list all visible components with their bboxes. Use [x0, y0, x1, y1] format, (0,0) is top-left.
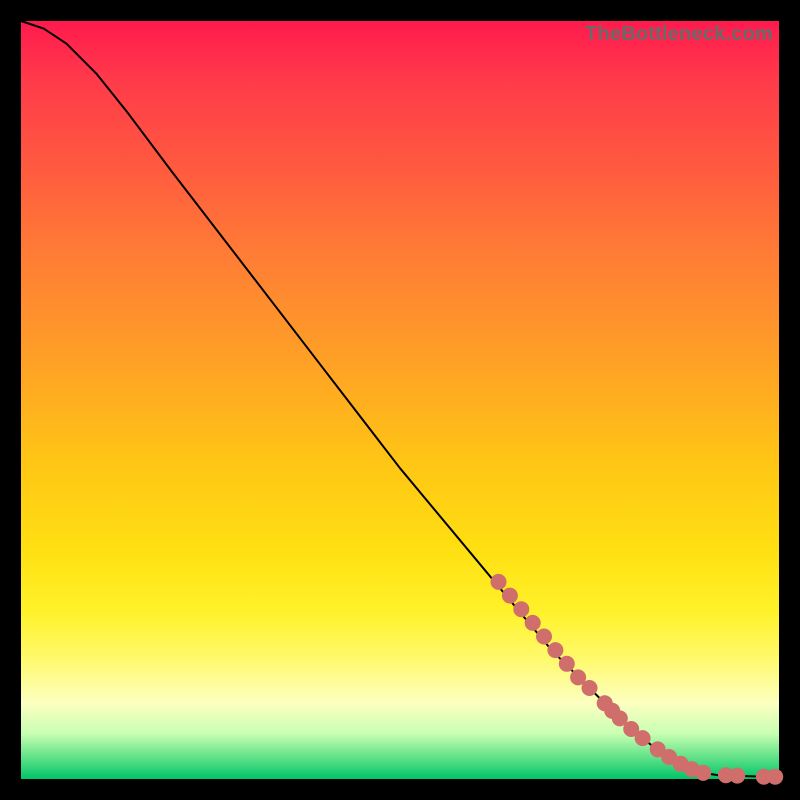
data-point: [513, 601, 529, 617]
data-markers: [491, 574, 784, 785]
plot-area: TheBottleneck.com: [21, 21, 779, 779]
data-point: [525, 615, 541, 631]
data-point: [767, 769, 783, 785]
bottleneck-curve: [21, 21, 779, 777]
chart-frame: TheBottleneck.com: [0, 0, 800, 800]
chart-svg: [21, 21, 779, 779]
data-point: [536, 629, 552, 645]
data-point: [729, 768, 745, 784]
data-point: [547, 642, 563, 658]
data-point: [695, 765, 711, 781]
data-point: [502, 588, 518, 604]
data-point: [559, 656, 575, 672]
data-point: [635, 730, 651, 746]
data-point: [582, 680, 598, 696]
data-point: [491, 574, 507, 590]
